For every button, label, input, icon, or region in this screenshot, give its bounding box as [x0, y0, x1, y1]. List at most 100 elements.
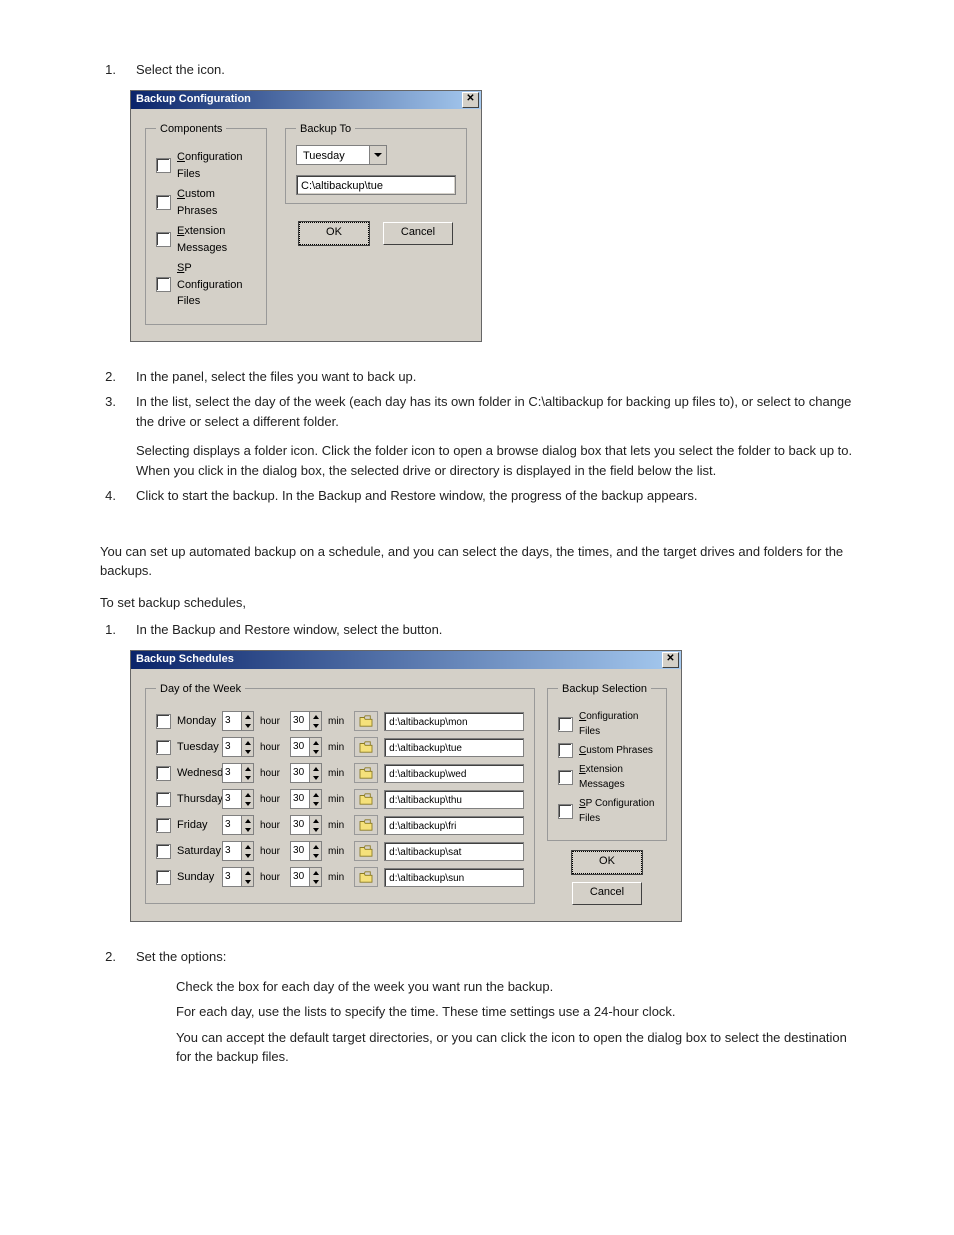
folder-icon[interactable] [354, 763, 378, 783]
spinner-down-icon[interactable] [241, 877, 253, 886]
selection-checkbox[interactable]: SP Configuration Files [558, 796, 656, 826]
time-spinner[interactable]: 3 [222, 867, 254, 887]
folder-icon[interactable] [354, 867, 378, 887]
spinner-value: 3 [223, 868, 241, 886]
spinner-up-icon[interactable] [241, 816, 253, 825]
checkbox-label: SP Configuration Files [579, 796, 656, 826]
step3-text2: Selecting displays a folder icon. Click … [136, 441, 854, 480]
time-spinner[interactable]: 30 [290, 867, 322, 887]
checkbox-icon[interactable] [558, 743, 573, 758]
checkbox-label: Extension Messages [579, 762, 656, 792]
ok-button[interactable]: OK [572, 851, 642, 874]
hour-label: hour [260, 740, 280, 755]
component-checkbox[interactable]: Extension Messages [156, 223, 256, 256]
spinner-down-icon[interactable] [241, 773, 253, 782]
day-checkbox[interactable] [156, 870, 171, 885]
spinner-down-icon[interactable] [241, 825, 253, 834]
spinner-up-icon[interactable] [241, 712, 253, 721]
time-spinner[interactable]: 3 [222, 815, 254, 835]
spinner-down-icon[interactable] [241, 799, 253, 808]
day-value: Tuesday [297, 146, 369, 164]
time-spinner[interactable]: 3 [222, 763, 254, 783]
time-spinner[interactable]: 30 [290, 815, 322, 835]
path-field[interactable]: d:\altibackup\sat [384, 842, 524, 861]
time-spinner[interactable]: 3 [222, 789, 254, 809]
selection-checkbox[interactable]: Extension Messages [558, 762, 656, 792]
spinner-up-icon[interactable] [241, 868, 253, 877]
path-field[interactable]: d:\altibackup\mon [384, 712, 524, 731]
folder-icon[interactable] [354, 737, 378, 757]
spinner-up-icon[interactable] [309, 738, 321, 747]
spinner-down-icon[interactable] [309, 877, 321, 886]
checkbox-icon[interactable] [156, 277, 171, 292]
folder-icon[interactable] [354, 789, 378, 809]
spinner-down-icon[interactable] [241, 747, 253, 756]
day-label: Saturday [177, 843, 221, 860]
day-checkbox[interactable] [156, 714, 171, 729]
day-row: Wednesday3hour30mind:\altibackup\wed [156, 763, 524, 783]
path-field[interactable]: d:\altibackup\wed [384, 764, 524, 783]
path-field[interactable]: d:\altibackup\tue [384, 738, 524, 757]
path-field[interactable]: d:\altibackup\sun [384, 868, 524, 887]
time-spinner[interactable]: 30 [290, 841, 322, 861]
spinner-up-icon[interactable] [241, 738, 253, 747]
hour-label: hour [260, 844, 280, 859]
spinner-up-icon[interactable] [309, 790, 321, 799]
day-checkbox[interactable] [156, 844, 171, 859]
path-field[interactable]: d:\altibackup\thu [384, 790, 524, 809]
close-icon[interactable]: ✕ [662, 652, 679, 668]
cancel-button[interactable]: Cancel [383, 222, 453, 245]
spinner-down-icon[interactable] [309, 747, 321, 756]
spinner-down-icon[interactable] [241, 721, 253, 730]
checkbox-icon[interactable] [156, 232, 171, 247]
spinner-down-icon[interactable] [309, 721, 321, 730]
spinner-down-icon[interactable] [309, 799, 321, 808]
day-checkbox[interactable] [156, 792, 171, 807]
close-icon[interactable]: ✕ [462, 92, 479, 108]
time-spinner[interactable]: 30 [290, 763, 322, 783]
spinner-up-icon[interactable] [241, 790, 253, 799]
dow-legend: Day of the Week [156, 681, 245, 698]
spinner-up-icon[interactable] [309, 868, 321, 877]
time-spinner[interactable]: 30 [290, 737, 322, 757]
checkbox-icon[interactable] [558, 804, 573, 819]
path-field[interactable]: C:\altibackup\tue [296, 175, 456, 195]
checkbox-icon[interactable] [558, 717, 573, 732]
day-dropdown[interactable]: Tuesday [296, 145, 387, 165]
selection-checkbox[interactable]: Configuration Files [558, 709, 656, 739]
day-checkbox[interactable] [156, 766, 171, 781]
spinner-up-icon[interactable] [309, 842, 321, 851]
cancel-button[interactable]: Cancel [572, 882, 642, 905]
day-checkbox[interactable] [156, 740, 171, 755]
spinner-down-icon[interactable] [241, 851, 253, 860]
chevron-down-icon[interactable] [369, 146, 386, 164]
time-spinner[interactable]: 3 [222, 737, 254, 757]
component-checkbox[interactable]: Configuration Files [156, 149, 256, 182]
spinner-up-icon[interactable] [241, 842, 253, 851]
folder-icon[interactable] [354, 841, 378, 861]
spinner-up-icon[interactable] [241, 764, 253, 773]
time-spinner[interactable]: 3 [222, 841, 254, 861]
ok-button[interactable]: OK [299, 222, 369, 245]
component-checkbox[interactable]: SP Configuration Files [156, 260, 256, 310]
component-checkbox[interactable]: Custom Phrases [156, 186, 256, 219]
time-spinner[interactable]: 3 [222, 711, 254, 731]
step2-num: 2. [100, 367, 116, 387]
checkbox-icon[interactable] [156, 158, 171, 173]
spinner-down-icon[interactable] [309, 851, 321, 860]
time-spinner[interactable]: 30 [290, 789, 322, 809]
selection-checkbox[interactable]: Custom Phrases [558, 743, 656, 758]
spinner-down-icon[interactable] [309, 825, 321, 834]
spinner-up-icon[interactable] [309, 712, 321, 721]
checkbox-icon[interactable] [558, 770, 573, 785]
checkbox-icon[interactable] [156, 195, 171, 210]
spinner-up-icon[interactable] [309, 764, 321, 773]
time-spinner[interactable]: 30 [290, 711, 322, 731]
spinner-down-icon[interactable] [309, 773, 321, 782]
folder-icon[interactable] [354, 815, 378, 835]
checkbox-label: Configuration Files [177, 149, 256, 182]
day-checkbox[interactable] [156, 818, 171, 833]
spinner-up-icon[interactable] [309, 816, 321, 825]
path-field[interactable]: d:\altibackup\fri [384, 816, 524, 835]
folder-icon[interactable] [354, 711, 378, 731]
